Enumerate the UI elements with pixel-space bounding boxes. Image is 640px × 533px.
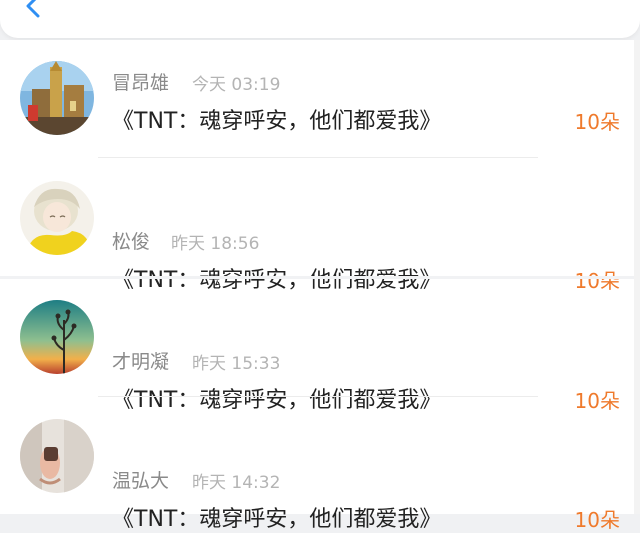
- book-title: 《TNT：魂穿呼安，他们都爱我》: [112, 507, 442, 532]
- divider: [98, 157, 538, 158]
- back-button[interactable]: [18, 0, 52, 24]
- sender-name: 冒昂雄: [112, 72, 170, 94]
- gift-record-list: 冒昂雄 今天 03:19 《TNT：魂穿呼安，他们都爱我》 10朵 松俊 昨天 …: [0, 40, 634, 532]
- divider: [98, 396, 538, 397]
- timestamp: 昨天 15:33: [192, 354, 281, 374]
- timestamp: 昨天 14:32: [192, 473, 281, 493]
- top-bar: [0, 0, 640, 38]
- timestamp: 昨天 18:56: [171, 234, 260, 254]
- list-item[interactable]: 冒昂雄 今天 03:19 《TNT：魂穿呼安，他们都爱我》 10朵: [0, 40, 634, 159]
- scrollbar[interactable]: [634, 40, 640, 514]
- cathedral-photo-avatar: [20, 61, 94, 135]
- sender-name: 松俊: [112, 231, 151, 253]
- list-item[interactable]: 温弘大 昨天 14:32 《TNT：魂穿呼安，他们都爱我》 10朵: [0, 398, 634, 532]
- book-title: 《TNT：魂穿呼安，他们都爱我》: [112, 109, 442, 134]
- anime-boy-avatar: [20, 181, 94, 255]
- list-item[interactable]: 才明凝 昨天 15:33 《TNT：魂穿呼安，他们都爱我》 10朵: [0, 279, 634, 413]
- sender-name: 才明凝: [112, 351, 170, 373]
- gift-amount: 10朵: [574, 508, 620, 532]
- timestamp: 今天 03:19: [192, 75, 281, 95]
- chevron-left-icon: [26, 0, 40, 18]
- gift-amount: 10朵: [574, 110, 620, 134]
- list-item[interactable]: 松俊 昨天 18:56 《TNT：魂穿呼安，他们都爱我》 10朵: [0, 159, 634, 293]
- hand-mirror-avatar: [20, 419, 94, 493]
- sender-name: 温弘大: [112, 470, 170, 492]
- sunset-plant-avatar: [20, 300, 94, 374]
